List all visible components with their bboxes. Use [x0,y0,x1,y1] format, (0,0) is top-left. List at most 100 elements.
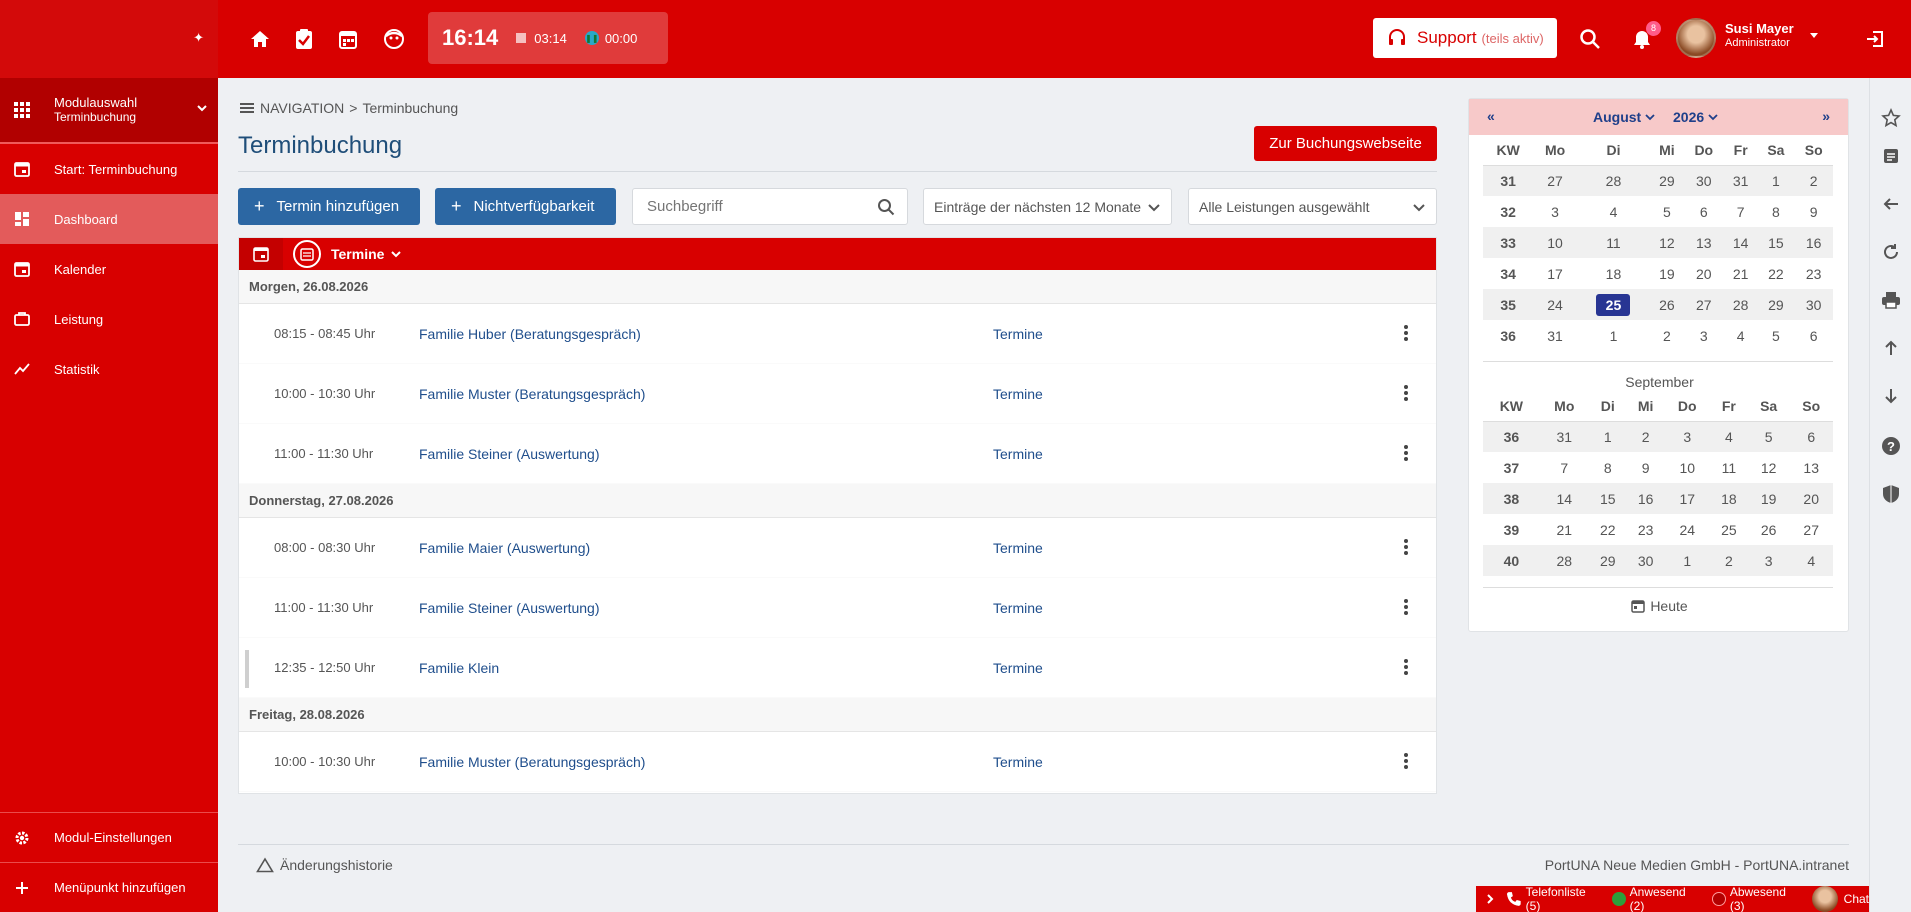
search-icon[interactable] [877,198,895,216]
day-cell[interactable]: 19 [1650,258,1684,289]
sidebar-item-dashboard[interactable]: Dashboard [0,194,218,244]
time-tracker[interactable]: 16:14 03:14 ❚❚ 00:00 [428,12,668,64]
print-icon[interactable] [1881,290,1901,310]
appointment-category-link[interactable]: Termine [993,600,1043,616]
day-cell[interactable]: 3 [1664,421,1710,452]
day-cell[interactable]: 27 [1533,165,1577,196]
day-cell[interactable]: 28 [1723,289,1758,320]
booking-site-button[interactable]: Zur Buchungswebseite [1254,126,1437,161]
day-cell[interactable]: 15 [1588,483,1627,514]
sidebar-item-kalender[interactable]: Kalender [0,244,218,294]
day-cell[interactable]: 22 [1589,514,1627,545]
pin-icon[interactable]: ✦ [193,30,204,46]
menu-icon[interactable] [240,101,254,115]
day-cell[interactable]: 7 [1724,196,1758,227]
present-list[interactable]: Anwesend (2) [1611,885,1702,912]
day-cell[interactable]: 23 [1794,258,1833,289]
day-cell[interactable]: 20 [1684,258,1724,289]
day-cell[interactable]: 2 [1650,320,1684,351]
next-month-icon[interactable]: » [1822,108,1830,124]
sidebar-item-menüpunkt-hinzufügen[interactable]: Menüpunkt hinzufügen [0,862,218,912]
sidebar-item-modul-einstellungen[interactable]: Modul-Einstellungen [0,812,218,862]
day-cell[interactable]: 19 [1747,483,1790,514]
day-cell[interactable]: 9 [1794,196,1833,227]
caret-down-icon[interactable] [1810,33,1818,38]
service-select[interactable]: Alle Leistungen ausgewählt [1188,188,1437,225]
day-cell[interactable]: 6 [1794,320,1833,351]
day-cell[interactable]: 30 [1794,289,1833,320]
appointment-name-link[interactable]: Familie Steiner (Auswertung) [419,446,600,462]
add-appointment-button[interactable]: + Termin hinzufügen [238,188,420,225]
calendar-icon[interactable] [336,27,360,51]
day-cell[interactable]: 2 [1626,421,1665,452]
day-cell[interactable]: 22 [1757,258,1794,289]
appointment-category-link[interactable]: Termine [993,386,1043,402]
day-cell[interactable]: 4 [1724,320,1758,351]
logout-icon[interactable] [1863,27,1887,51]
clipboard-check-icon[interactable] [292,27,316,51]
sidebar-item-start-terminbuchung[interactable]: Start: Terminbuchung [0,144,218,194]
day-cell[interactable]: 26 [1748,514,1790,545]
day-cell[interactable]: 7 [1540,452,1589,483]
appointment-category-link[interactable]: Termine [993,660,1043,676]
day-cell[interactable]: 29 [1757,289,1795,320]
day-cell[interactable]: 18 [1577,258,1650,289]
day-cell[interactable]: 3 [1747,545,1790,576]
day-cell[interactable]: 29 [1650,165,1684,196]
day-cell[interactable]: 14 [1723,227,1758,258]
day-cell[interactable]: 14 [1539,483,1589,514]
more-vertical-icon[interactable] [1404,659,1408,677]
day-cell[interactable]: 10 [1665,452,1710,483]
appointment-row[interactable]: 10:00 - 10:30 Uhr Familie Muster (Beratun… [239,364,1436,424]
day-cell[interactable]: 28 [1539,545,1589,576]
appointment-row[interactable]: 08:00 - 08:30 Uhr Familie Maier (Auswertu… [239,518,1436,578]
chevron-down-icon[interactable] [390,248,402,260]
day-cell[interactable]: 12 [1650,227,1684,258]
more-vertical-icon[interactable] [1404,385,1408,403]
day-cell[interactable]: 1 [1577,320,1650,351]
back-arrow-icon[interactable] [1881,194,1901,214]
more-vertical-icon[interactable] [1404,753,1408,771]
day-cell[interactable]: 21 [1540,514,1589,545]
day-cell[interactable]: 1 [1757,165,1795,196]
day-cell[interactable]: 16 [1626,483,1665,514]
note-icon[interactable] [1881,146,1901,166]
day-cell[interactable]: 1 [1588,421,1627,452]
breadcrumb-root[interactable]: NAVIGATION [260,100,344,116]
day-cell[interactable]: 31 [1533,320,1577,351]
day-cell[interactable]: 24 [1665,514,1710,545]
day-cell[interactable]: 27 [1683,289,1724,320]
appointment-name-link[interactable]: Familie Klein [419,660,499,676]
arrow-down-icon[interactable] [1881,386,1901,406]
star-icon[interactable] [1881,108,1901,128]
absent-list[interactable]: Abwesend (3) [1712,885,1802,912]
chevron-right-icon[interactable] [1484,893,1496,905]
day-cell[interactable]: 5 [1747,421,1790,452]
day-cell[interactable]: 28 [1576,165,1651,196]
bell-icon[interactable]: 8 [1630,21,1661,51]
day-cell[interactable]: 10 [1533,227,1577,258]
day-cell[interactable]: 17 [1664,483,1710,514]
sidebar-item-statistik[interactable]: Statistik [0,344,218,394]
day-cell[interactable]: 8 [1757,196,1794,227]
day-cell[interactable]: 2 [1709,545,1748,576]
appointment-row[interactable]: 12:35 - 12:50 Uhr Familie Klein Termine [239,638,1436,698]
appointment-name-link[interactable]: Familie Huber (Beratungsgespräch) [419,326,641,342]
appointment-name-link[interactable]: Familie Steiner (Auswertung) [419,600,600,616]
today-button[interactable]: Heute [1469,598,1850,614]
support-button[interactable]: Support (teils aktiv) [1373,18,1557,58]
appointment-name-link[interactable]: Familie Muster (Beratungsgespräch) [419,386,645,402]
day-cell[interactable]: 17 [1533,258,1577,289]
appointment-name-link[interactable]: Familie Muster (Beratungsgespräch) [419,754,645,770]
day-cell[interactable]: 20 [1789,483,1833,514]
day-cell[interactable]: 21 [1724,258,1758,289]
day-cell[interactable]: 3 [1533,196,1577,227]
day-cell[interactable]: 6 [1684,196,1724,227]
chat-avatar[interactable] [1812,886,1838,912]
more-vertical-icon[interactable] [1404,325,1408,343]
more-vertical-icon[interactable] [1404,445,1408,463]
appointment-category-link[interactable]: Termine [993,754,1043,770]
day-cell[interactable]: 5 [1650,196,1684,227]
day-cell[interactable]: 24 [1533,289,1577,320]
range-select[interactable]: Einträge der nächsten 12 Monate [923,188,1172,225]
